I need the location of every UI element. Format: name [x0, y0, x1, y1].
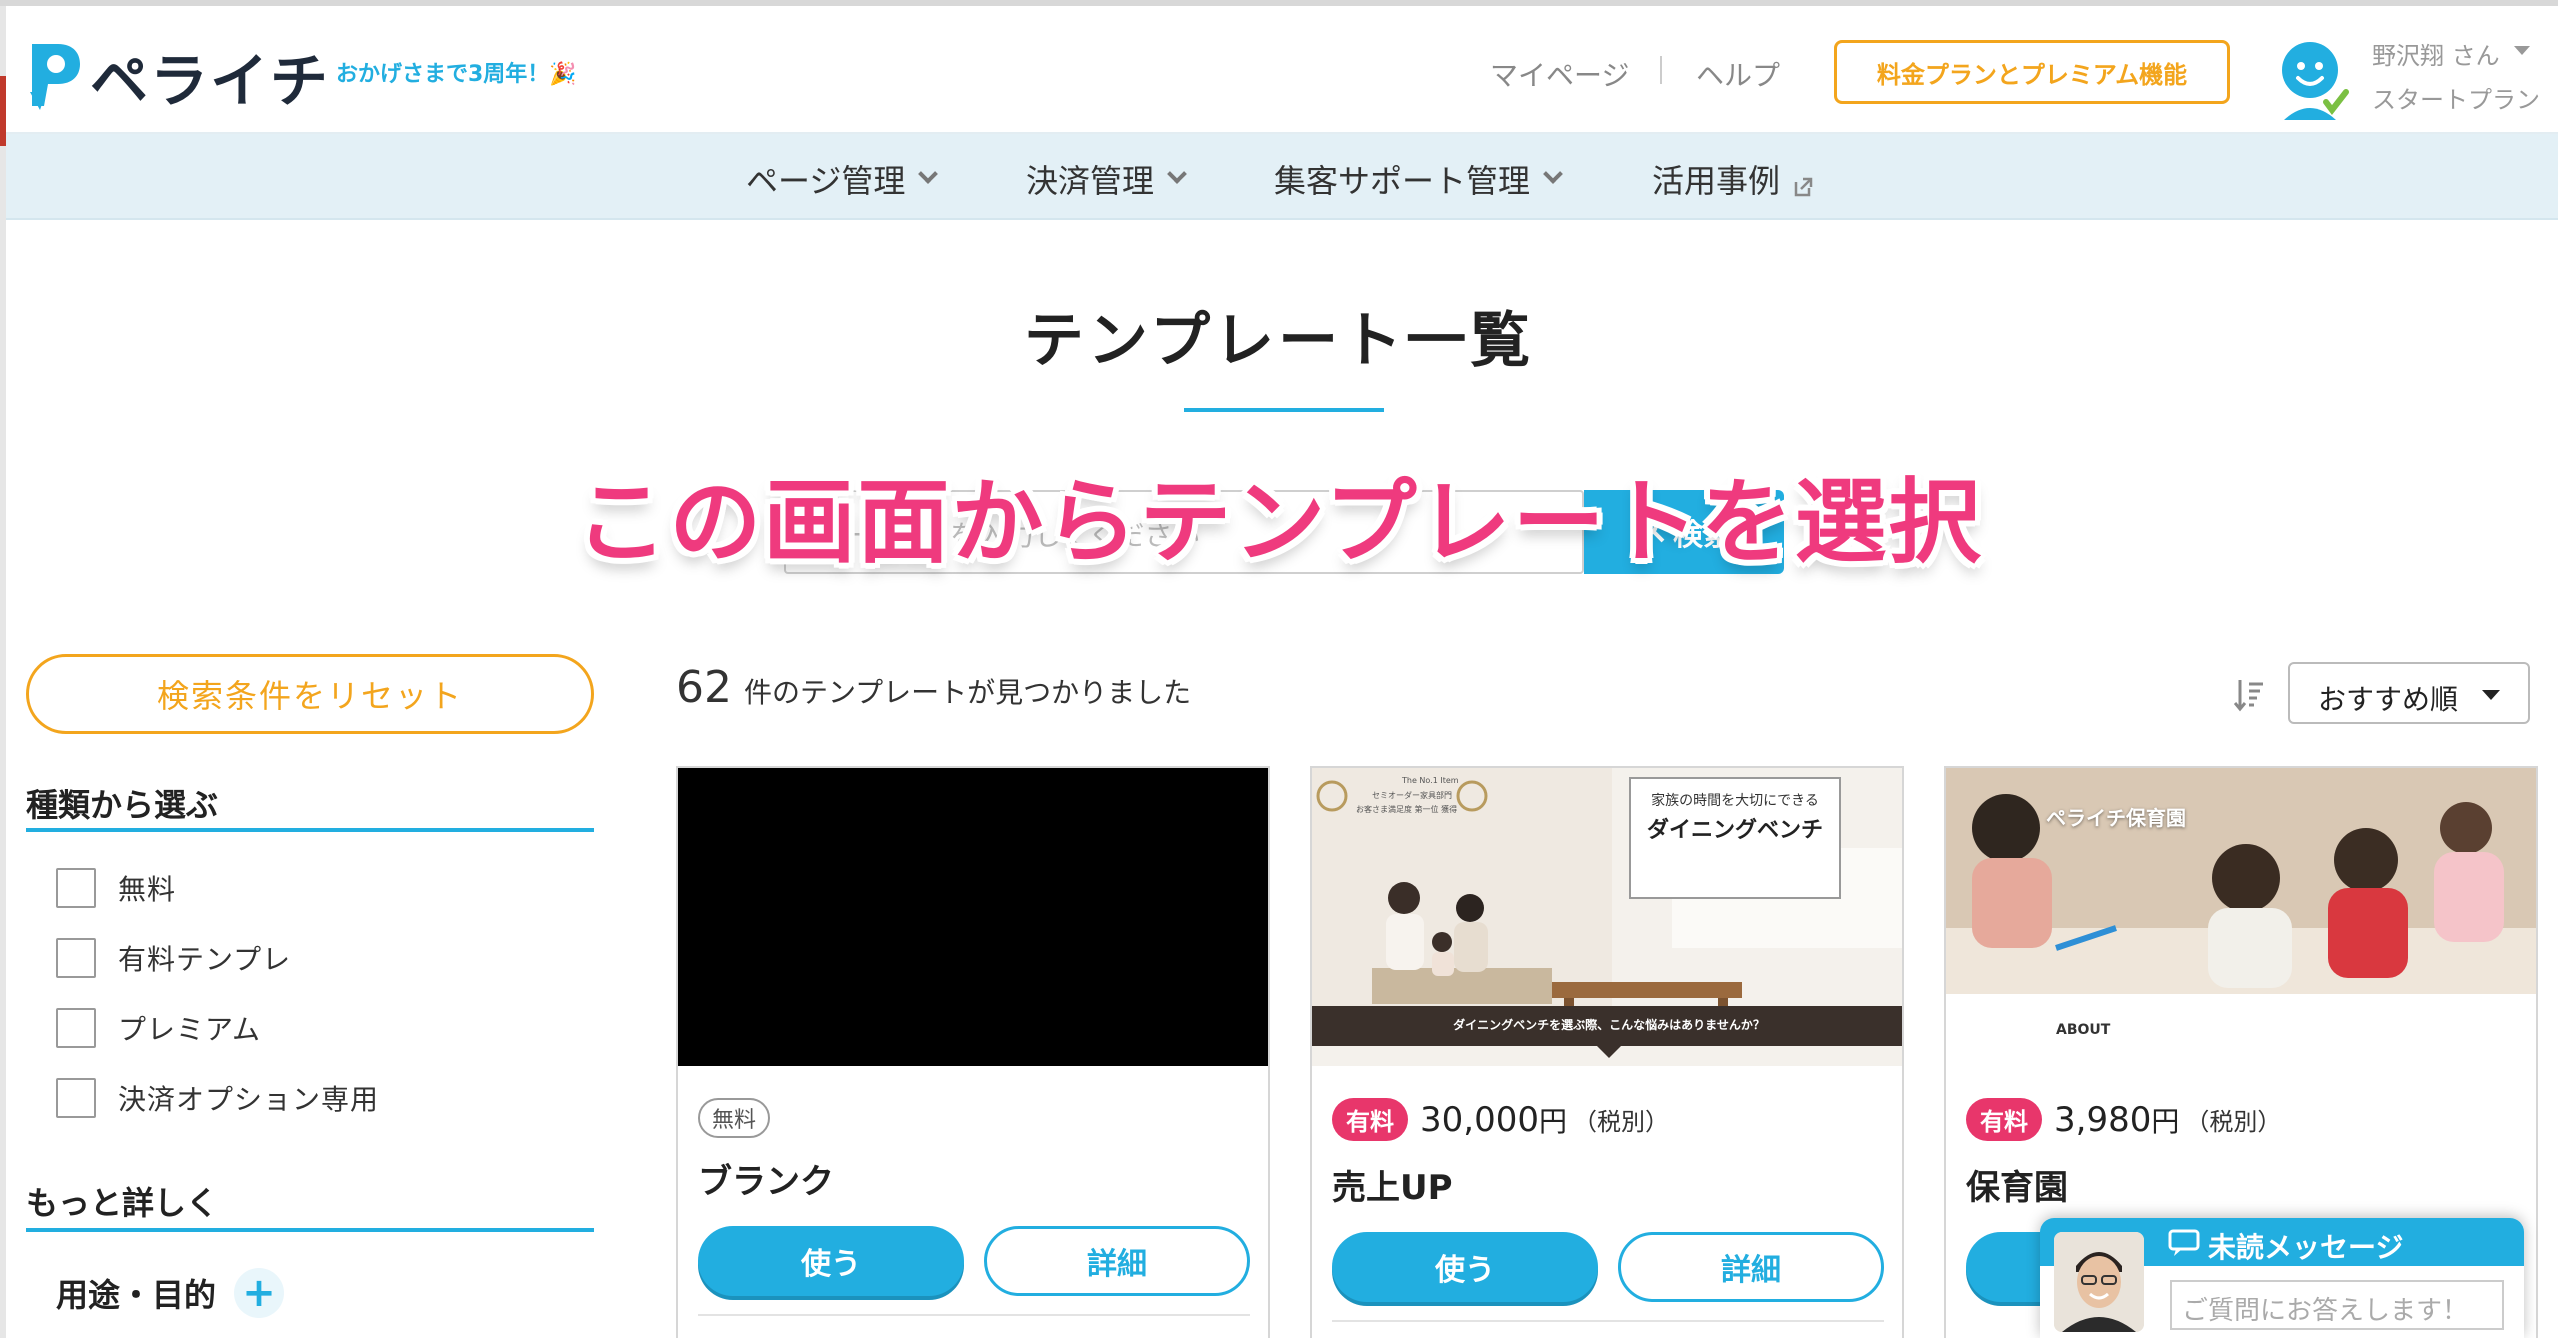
price-unit: 円: [1538, 1104, 1567, 1138]
award-top: The No.1 Item: [1402, 776, 1459, 785]
template-detail-button[interactable]: 詳細: [1618, 1232, 1884, 1302]
chevron-down-icon: [1167, 164, 1187, 184]
more-filters-rule: [26, 1228, 594, 1232]
annotation-caption: この画面からテンプレートを選択: [575, 469, 1983, 576]
nav-case-studies[interactable]: 活用事例: [1652, 156, 1814, 202]
price-amount: 3,980: [2054, 1099, 2152, 1140]
price-amount: 30,000: [1420, 1099, 1539, 1140]
use-template-button[interactable]: 使う: [698, 1226, 964, 1296]
nav-page-management-label: ページ管理: [746, 162, 906, 200]
template-thumbnail[interactable]: The No.1 Item セミオーダー家具部門 お客さま満足度 第一位 獲得 …: [1312, 768, 1902, 1066]
user-name[interactable]: 野沢翔 さん: [2372, 36, 2500, 71]
award-line-2: お客さま満足度 第一位 獲得: [1356, 805, 1458, 814]
site-header: ペライチ おかげさまで3周年！🎉 マイページ ヘルプ 料金プランとプレミアム機能…: [6, 6, 2558, 134]
chat-bubble-icon: [2168, 1229, 2200, 1264]
award-line-1: セミオーダー家具部門: [1372, 791, 1452, 800]
filter-premium[interactable]: プレミアム: [56, 1008, 261, 1048]
plus-icon[interactable]: +: [234, 1268, 285, 1318]
caret-down-icon: [2482, 690, 2500, 700]
template-name: 売上UP: [1332, 1168, 1453, 1208]
template-detail-button[interactable]: 詳細: [984, 1226, 1250, 1296]
thumb-about: ABOUT: [2056, 1022, 2111, 1038]
chat-title: 未読メッセージ: [2168, 1226, 2403, 1266]
checkbox[interactable]: [56, 938, 96, 978]
user-menu-caret-icon[interactable]: [2514, 46, 2530, 55]
filter-premium-label: プレミアム: [118, 1013, 262, 1046]
filter-free-label: 無料: [118, 873, 177, 906]
external-link-icon: [1792, 168, 1814, 197]
template-thumbnail[interactable]: [678, 768, 1268, 1066]
checkbox[interactable]: [56, 868, 96, 908]
pricing-premium-button[interactable]: 料金プランとプレミアム機能: [1834, 40, 2230, 104]
result-count-number: 62: [676, 662, 732, 713]
page-title: テンプレート一覧: [1023, 306, 1535, 376]
main-nav: ページ管理 決済管理 集客サポート管理 活用事例: [6, 134, 2558, 220]
template-price: 有料 3,980 円 （税別）: [1966, 1098, 2281, 1141]
title-underline: [1184, 408, 1384, 412]
filter-paid[interactable]: 有料テンプレ: [56, 938, 291, 978]
nav-payment-management-label: 決済管理: [1026, 162, 1155, 200]
thumb-overlay-title: ペライチ保育園: [2046, 806, 2186, 830]
template-card-blank: 無料 ブランク 使う 詳細: [676, 766, 1270, 1338]
logo-text: ペライチ: [90, 47, 331, 115]
support-agent-avatar: [2054, 1232, 2144, 1332]
nav-page-management[interactable]: ページ管理: [746, 156, 939, 202]
chevron-down-icon: [918, 164, 939, 184]
paid-badge: 有料: [1966, 1098, 2042, 1141]
price-tax-note: （税別）: [2185, 1108, 2282, 1136]
checkbox[interactable]: [56, 1078, 96, 1118]
result-count: 62 件のテンプレートが見つかりました: [676, 662, 1191, 713]
free-badge: 無料: [698, 1098, 771, 1138]
thumb-banner-text: ダイニングベンチを選ぶ際、こんな悩みはありませんか？: [1453, 1018, 1765, 1032]
nav-marketing-management-label: 集客サポート管理: [1274, 162, 1531, 200]
card-divider: [698, 1314, 1250, 1316]
chat-widget[interactable]: 未読メッセージ ご質問にお答えします！: [2040, 1218, 2524, 1338]
template-name: ブランク: [698, 1162, 834, 1202]
thumb-heading-big: ダイニングベンチ: [1646, 818, 1823, 843]
user-avatar[interactable]: [2274, 36, 2350, 120]
nav-case-studies-label: 活用事例: [1652, 162, 1781, 200]
filter-payment-option-label: 決済オプション専用: [118, 1083, 380, 1116]
reset-filters-button[interactable]: 検索条件をリセット: [26, 654, 594, 734]
checkbox[interactable]: [56, 1008, 96, 1048]
template-name: 保育園: [1966, 1168, 2068, 1208]
template-price: 無料: [698, 1098, 771, 1138]
filter-payment-option[interactable]: 決済オプション専用: [56, 1078, 379, 1118]
card-divider: [1332, 1320, 1884, 1322]
filter-paid-label: 有料テンプレ: [118, 943, 292, 976]
header-divider: [1660, 56, 1662, 84]
price-unit: 円: [2151, 1104, 2180, 1138]
nav-payment-management[interactable]: 決済管理: [1026, 156, 1187, 202]
thumb-heading-small: 家族の時間を大切にできる: [1651, 793, 1819, 809]
price-tax-note: （税別）: [1572, 1108, 1669, 1136]
template-thumbnail[interactable]: ペライチ保育園 ABOUT: [1946, 768, 2536, 1066]
filter-free[interactable]: 無料: [56, 868, 176, 908]
paid-badge: 有料: [1332, 1098, 1408, 1141]
help-link[interactable]: ヘルプ: [1696, 54, 1780, 94]
sort-select-value: おすすめ順: [2318, 683, 2459, 716]
sort-select[interactable]: おすすめ順: [2288, 662, 2530, 724]
template-price: 有料 30,000 円 （税別）: [1332, 1098, 1669, 1141]
mypage-link[interactable]: マイページ: [1490, 54, 1629, 94]
chevron-down-icon: [1543, 164, 1563, 184]
type-filter-rule: [26, 828, 594, 832]
chat-title-text: 未読メッセージ: [2208, 1231, 2404, 1264]
purpose-filter-label: 用途・目的: [56, 1276, 217, 1314]
use-template-button[interactable]: 使う: [1332, 1232, 1598, 1302]
sort-icon[interactable]: [2233, 678, 2264, 712]
logo-p-icon: [26, 40, 82, 112]
more-filters-heading: もっと詳しく: [26, 1184, 219, 1222]
chat-input[interactable]: ご質問にお答えします！: [2170, 1280, 2504, 1330]
logo[interactable]: ペライチ: [26, 34, 330, 118]
nav-marketing-management[interactable]: 集客サポート管理: [1274, 156, 1563, 202]
template-card-sales-up: The No.1 Item セミオーダー家具部門 お客さま満足度 第一位 獲得 …: [1310, 766, 1904, 1338]
user-plan: スタートプラン: [2372, 86, 2540, 114]
anniversary-tagline: おかげさまで3周年！🎉: [336, 62, 577, 87]
type-filter-heading: 種類から選ぶ: [26, 786, 219, 824]
result-count-text: 件のテンプレートが見つかりました: [744, 676, 1192, 709]
purpose-filter-toggle[interactable]: 用途・目的 +: [56, 1268, 285, 1318]
